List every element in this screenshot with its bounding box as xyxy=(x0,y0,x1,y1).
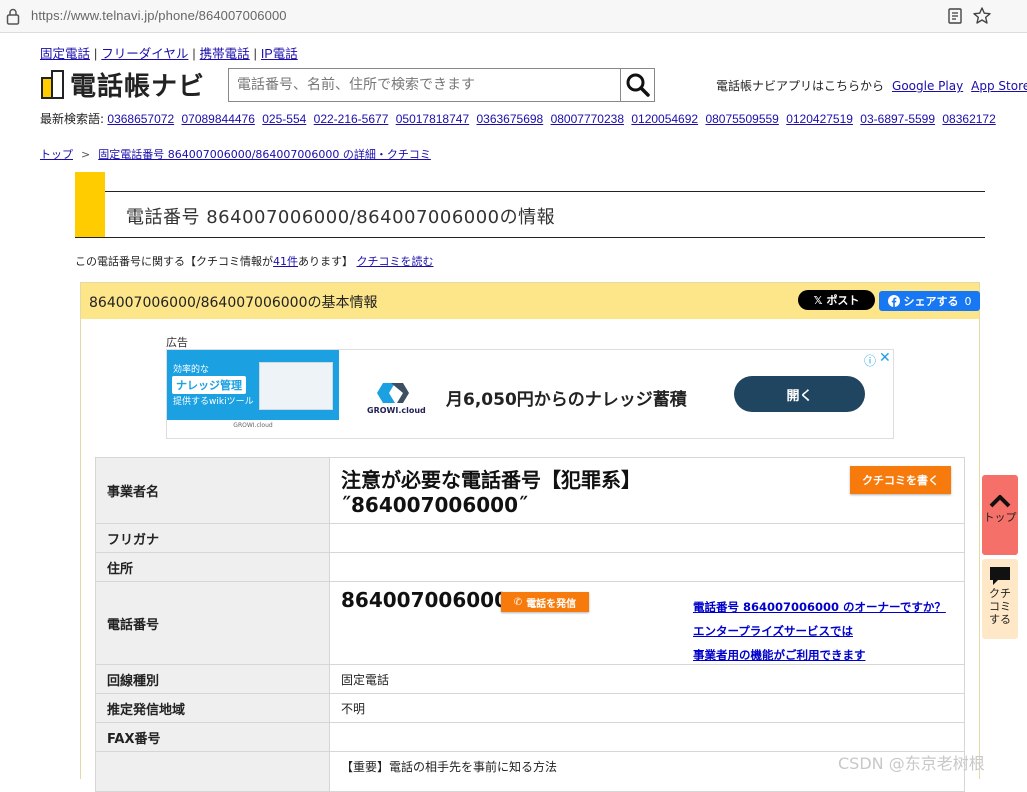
important-tip[interactable]: 【重要】電話の相手先を事前に知る方法 xyxy=(341,760,557,774)
page-title: 電話番号 864007006000/864007006000の情報 xyxy=(126,207,556,228)
panel-header: 864007006000/864007006000の基本情報 𝕏 ポスト シェアす… xyxy=(81,283,980,319)
furigana-value xyxy=(329,523,965,553)
write-review-button[interactable]: クチコミを書く xyxy=(850,466,951,494)
table-row: 回線種別 固定電話 xyxy=(95,664,965,694)
ad-copy: 月6,050円からのナレッジ蓄積 xyxy=(446,390,687,410)
app-promo: 電話帳ナビアプリはこちらから Google Play App Store xyxy=(716,77,1027,94)
business-features-link[interactable]: 事業者用の機能がご利用できます xyxy=(693,643,946,667)
ad-banner[interactable]: 効率的な ナレッジ管理 提供するwikiツール GROWI.cloud GROW… xyxy=(166,349,894,439)
title-accent-bar xyxy=(75,172,105,238)
enterprise-link[interactable]: エンタープライズサービスでは xyxy=(693,619,946,643)
facebook-share-button[interactable]: シェアする 0 xyxy=(879,291,980,311)
info-table: 事業者名 注意が必要な電話番号【犯罪系】 ˝864007006000˝ クチコミ… xyxy=(95,457,965,792)
fax-value xyxy=(329,722,965,752)
ad-label: 広告 xyxy=(166,336,188,349)
recent-search-link[interactable]: 0363675698 xyxy=(476,112,543,126)
recent-search-link[interactable]: 08007770238 xyxy=(551,112,624,126)
table-row: FAX番号 xyxy=(95,722,965,752)
phone-number: 864007006000 xyxy=(341,588,508,612)
recent-searches-label: 最新検索語: xyxy=(40,112,105,126)
lock-icon xyxy=(6,8,20,25)
app-promo-text: 電話帳ナビアプリはこちらから xyxy=(716,79,885,93)
address-bar[interactable]: https://www.telnavi.jp/phone/86400700600… xyxy=(31,8,287,23)
owner-links: 電話番号 864007006000 のオーナーですか？ エンタープライズサービス… xyxy=(693,595,946,667)
share-count: 0 xyxy=(964,294,972,308)
table-row: 推定発信地域 不明 xyxy=(95,693,965,723)
breadcrumb-current[interactable]: 固定電話番号 864007006000/864007006000 の詳細・クチコ… xyxy=(98,148,431,161)
breadcrumb-home[interactable]: トップ xyxy=(40,148,73,161)
browser-toolbar: https://www.telnavi.jp/phone/86400700600… xyxy=(0,0,1027,33)
nav-landline[interactable]: 固定電話 xyxy=(40,47,90,61)
logo-text: 電話帳ナビ xyxy=(70,71,206,102)
x-post-button[interactable]: 𝕏 ポスト xyxy=(798,290,875,310)
ad-brand: GROWI.cloud xyxy=(367,406,426,415)
category-nav: 固定電話 | フリーダイヤル | 携帯電話 | IP電話 xyxy=(40,47,298,61)
write-review-float-button[interactable]: クチ コミ する xyxy=(982,559,1018,639)
google-play-link[interactable]: Google Play xyxy=(892,79,963,93)
search-icon xyxy=(626,73,650,97)
ad-screenshot xyxy=(259,362,333,410)
table-row: 電話番号 864007006000 ✆ 電話を発信 電話番号 8640070060… xyxy=(95,581,965,667)
fax-label: FAX番号 xyxy=(95,722,330,752)
nav-mobile[interactable]: 携帯電話 xyxy=(200,47,250,61)
address-label: 住所 xyxy=(95,552,330,582)
phone-icon: ✆ xyxy=(513,596,523,608)
phonebook-logo-icon xyxy=(41,70,64,99)
ad-open-button[interactable]: 開く xyxy=(734,376,865,412)
recent-search-link[interactable]: 0120054692 xyxy=(631,112,698,126)
back-to-top-button[interactable]: トップ xyxy=(982,475,1018,555)
site-logo[interactable]: 電話帳ナビ xyxy=(40,66,205,102)
recent-search-link[interactable]: 07089844476 xyxy=(181,112,254,126)
recent-search-link[interactable]: 0120427519 xyxy=(786,112,853,126)
watermark: CSDN @东京老树根 xyxy=(838,754,985,773)
table-row: 【重要】電話の相手先を事前に知る方法 xyxy=(95,751,965,792)
address-value xyxy=(329,552,965,582)
search-box xyxy=(228,68,655,102)
ad-close-icon[interactable]: ✕ xyxy=(879,350,891,366)
breadcrumb: トップ > 固定電話番号 864007006000/864007006000 の詳細… xyxy=(40,146,431,162)
line-type-value: 固定電話 xyxy=(329,664,965,694)
furigana-label: フリガナ xyxy=(95,523,330,553)
ad-info-icon[interactable]: ⓘ xyxy=(864,352,876,369)
ad-image[interactable]: 効率的な ナレッジ管理 提供するwikiツール GROWI.cloud xyxy=(167,350,339,438)
table-row: フリガナ xyxy=(95,523,965,553)
recent-search-link[interactable]: 03-6897-5599 xyxy=(860,112,935,126)
panel-title: 864007006000/864007006000の基本情報 xyxy=(89,295,378,311)
recent-searches: 最新検索語: 0368657072 07089844476 025-554 02… xyxy=(40,110,1027,127)
chevron-up-icon xyxy=(989,495,1011,508)
recent-search-link[interactable]: 08362172 xyxy=(942,112,995,126)
bookmark-star-icon[interactable] xyxy=(972,6,992,26)
reader-mode-icon[interactable] xyxy=(946,7,964,25)
owner-link[interactable]: 電話番号 864007006000 のオーナーですか？ xyxy=(693,595,946,619)
region-value: 不明 xyxy=(329,693,965,723)
recent-search-link[interactable]: 08075509559 xyxy=(705,112,778,126)
business-label: 事業者名 xyxy=(95,457,330,524)
review-count-note: この電話番号に関する【クチコミ情報が41件あります】 クチコミを読む xyxy=(75,255,434,268)
call-button[interactable]: ✆ 電話を発信 xyxy=(501,592,589,612)
recent-search-link[interactable]: 022-216-5677 xyxy=(314,112,389,126)
recent-search-link[interactable]: 0368657072 xyxy=(107,112,174,126)
recent-search-link[interactable]: 05017818747 xyxy=(396,112,469,126)
app-store-link[interactable]: App Store xyxy=(971,79,1027,93)
search-input[interactable] xyxy=(229,69,620,101)
table-row: 住所 xyxy=(95,552,965,582)
x-logo-icon: 𝕏 xyxy=(813,293,823,307)
recent-search-link[interactable]: 025-554 xyxy=(262,112,306,126)
phone-label: 電話番号 xyxy=(95,581,330,665)
read-reviews-link[interactable]: クチコミを読む xyxy=(357,255,434,268)
line-type-label: 回線種別 xyxy=(95,664,330,694)
table-row: 事業者名 注意が必要な電話番号【犯罪系】 ˝864007006000˝ クチコミ… xyxy=(95,457,965,524)
region-label: 推定発信地域 xyxy=(95,693,330,723)
review-count-link[interactable]: 41件 xyxy=(273,255,298,268)
speech-bubble-icon xyxy=(990,567,1010,585)
nav-ip-phone[interactable]: IP電話 xyxy=(261,47,298,61)
nav-freedial[interactable]: フリーダイヤル xyxy=(101,47,188,61)
search-button[interactable] xyxy=(620,69,654,101)
facebook-icon xyxy=(887,295,900,307)
chevron-right-icon: > xyxy=(81,148,91,161)
page-title-box: 電話番号 864007006000/864007006000の情報 xyxy=(75,172,985,238)
